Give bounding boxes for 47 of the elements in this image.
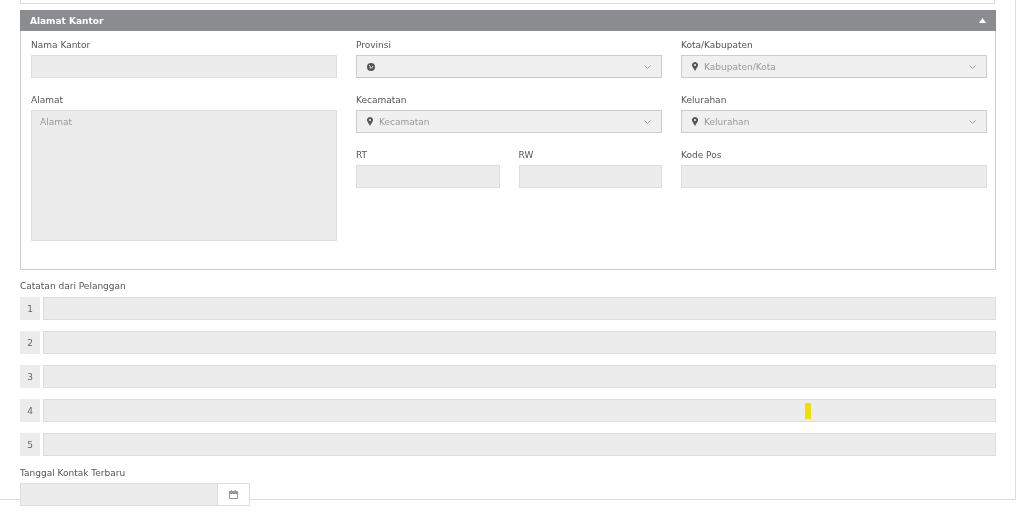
field-label: RW [518,149,535,161]
calendar-icon [229,490,238,499]
input-field[interactable] [31,55,337,78]
field-label: Kecamatan [356,94,408,106]
field-label: Kode Pos [681,149,723,161]
row-number: 5 [20,433,40,456]
input-field[interactable] [518,165,662,188]
field-label: Kota/Kabupaten [681,39,754,51]
field-label: Alamat [31,94,64,106]
select-field[interactable]: Kelurahan [681,110,987,133]
input-field[interactable] [356,165,500,188]
chevron-down-icon [644,119,651,124]
input-field[interactable] [43,365,996,388]
select-placeholder: Kabupaten/Kota [704,61,777,72]
chevron-down-icon [969,119,976,124]
row-number: 4 [20,399,40,422]
row-number: 3 [20,365,40,388]
row-number: 1 [20,297,40,320]
input-field[interactable] [43,433,996,456]
globe-icon [367,62,375,71]
field-label: RT [356,149,369,161]
field-label: Tanggal Kontak Terbaru [20,467,127,479]
field-label: Nama Kantor [31,39,92,51]
input-field[interactable] [681,165,987,188]
pin-icon [367,117,373,126]
select-field[interactable]: Kecamatan [356,110,662,133]
caret-icon[interactable] [979,18,986,23]
select-placeholder: Kecamatan [379,116,431,127]
select-field[interactable]: Kabupaten/Kota [681,55,987,78]
field-label: Catatan dari Pelanggan [20,280,127,292]
select-placeholder: Kelurahan [704,116,751,127]
field-label: Kelurahan [681,94,728,106]
chevron-down-icon [644,64,651,69]
field-label: Provinsi [356,39,392,51]
row-number: 2 [20,331,40,354]
select-field[interactable] [356,55,662,78]
calendar-button[interactable] [218,483,250,506]
input-field[interactable] [43,297,996,320]
input-field[interactable] [43,331,996,354]
pin-icon [692,117,698,126]
section-title: Alamat Kantor [30,15,104,26]
input-field[interactable] [43,399,996,422]
highlight-mark [805,403,811,419]
date-field[interactable] [20,483,218,506]
chevron-down-icon [969,64,976,69]
pin-icon [692,62,698,71]
address-field[interactable]: Alamat [31,110,337,241]
